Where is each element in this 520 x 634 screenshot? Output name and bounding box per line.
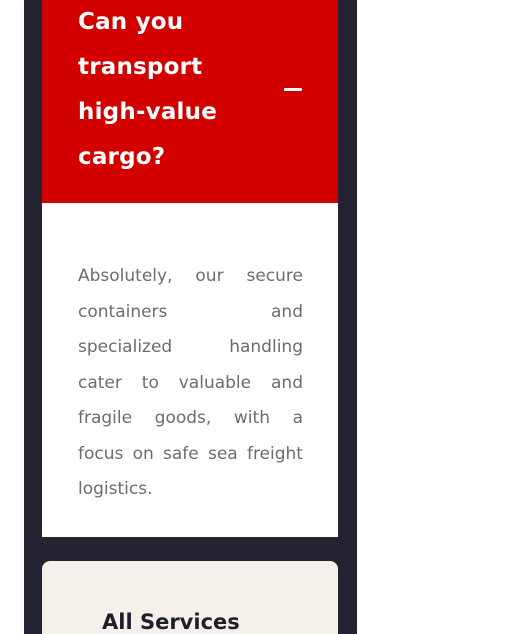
services-title: All Services xyxy=(102,610,240,634)
faq-question-line: transport xyxy=(78,54,203,80)
page: Can you transport high-value cargo? Abso… xyxy=(0,0,520,634)
answer-line: specialized handling xyxy=(78,337,303,357)
faq-answer-panel: Absolutely, our secure containers and speci… xyxy=(42,203,338,537)
answer-line: containers and xyxy=(78,301,303,322)
answer-line: cater to valuable and xyxy=(78,372,303,393)
faq-question-line: cargo? xyxy=(78,144,166,170)
faq-accordion-item: Can you transport high-value cargo? Abso… xyxy=(42,0,338,537)
faq-answer: Absolutely, our secure containers and speci… xyxy=(78,259,303,508)
answer-line: logistics. xyxy=(78,479,153,499)
answer-line: fragile goods, with a xyxy=(78,408,303,428)
services-card: All Services xyxy=(42,561,338,634)
minus-icon[interactable] xyxy=(284,88,302,91)
answer-line: focus on safe sea freight xyxy=(78,443,303,464)
answer-line: Absolutely, our secure xyxy=(78,266,303,286)
faq-question-line: Can you xyxy=(78,9,184,35)
faq-question: Can you transport high-value cargo? xyxy=(78,0,248,180)
faq-question-line: high-value xyxy=(78,99,218,125)
faq-question-header[interactable]: Can you transport high-value cargo? xyxy=(42,0,338,203)
